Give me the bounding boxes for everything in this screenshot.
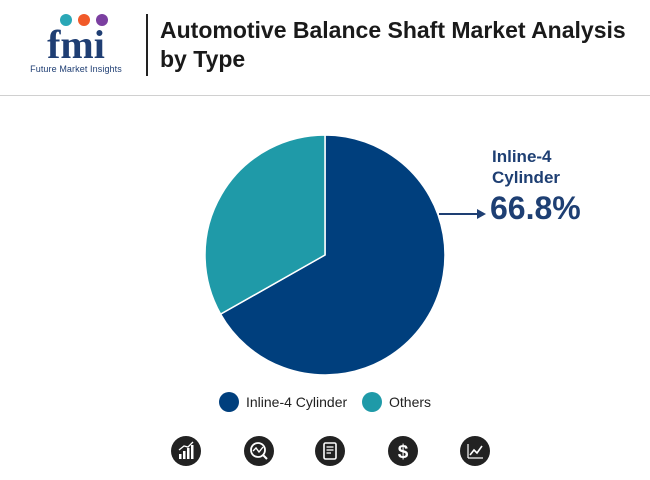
callout-arrow (439, 209, 486, 219)
header: fmi Future Market Insights Automotive Ba… (0, 0, 650, 96)
legend-swatch-inline4 (219, 392, 239, 412)
pie-chart (204, 134, 486, 376)
callout-label-line2: Cylinder (492, 168, 561, 187)
legend-label-others: Others (389, 394, 432, 410)
trend-chart-icon[interactable] (460, 436, 490, 466)
legend-label-inline4: Inline-4 Cylinder (246, 394, 348, 410)
callout-label-line1: Inline-4 (492, 147, 552, 166)
callout-value: 66.8% (490, 190, 581, 226)
chart-area: Inline-4 Cylinder 66.8% (0, 96, 650, 426)
legend-item-inline4[interactable]: Inline-4 Cylinder (219, 392, 347, 412)
document-icon[interactable] (315, 436, 345, 466)
fmi-logo-mark: fmi (47, 14, 108, 67)
title-divider (146, 14, 148, 76)
legend: Inline-4 Cylinder Others (0, 390, 650, 414)
legend-item-others[interactable]: Others (362, 392, 431, 412)
svg-text:$: $ (398, 442, 409, 463)
chart-title: Automotive Balance Shaft Market Analysis… (160, 17, 626, 72)
svg-text:fmi: fmi (47, 22, 105, 64)
legend-swatch-others (362, 392, 382, 412)
callout-label: Inline-4 Cylinder (492, 146, 560, 188)
dollar-icon[interactable]: $ (388, 436, 418, 466)
bar-chart-icon[interactable] (171, 436, 201, 466)
analysis-icon[interactable] (244, 436, 274, 466)
logo-tagline: Future Market Insights (30, 64, 122, 74)
fmi-logo[interactable]: fmi Future Market Insights (20, 12, 132, 80)
footer-icons: $ (0, 436, 650, 468)
